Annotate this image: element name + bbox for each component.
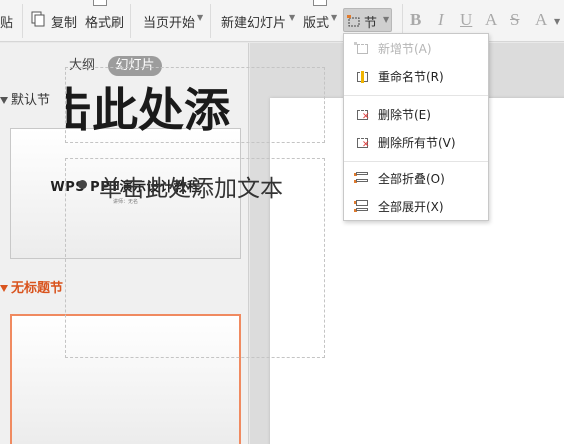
start-from-current-label: 当页开始 (143, 16, 196, 31)
toolbar-divider (22, 4, 23, 38)
menu-item-label: 删除节(E) (378, 108, 431, 122)
menu-divider (344, 95, 488, 96)
new-slide-button[interactable]: 新建幻灯片 ▼ (221, 0, 296, 42)
copy-icon (31, 11, 46, 31)
new-section-icon (354, 42, 370, 56)
layout-button[interactable]: 版式 ▼ (303, 0, 339, 42)
layout-icon (313, 0, 327, 6)
menu-item-collapse-all[interactable]: 全部折叠(O) (344, 166, 488, 192)
bold-icon[interactable]: B (410, 10, 421, 30)
toolbar-divider (210, 4, 211, 38)
menu-item-label: 新增节(A) (378, 42, 432, 56)
collapse-triangle-icon[interactable] (0, 97, 8, 104)
title-placeholder-text: 击此处添 (66, 83, 230, 137)
chevron-down-icon[interactable]: ▼ (554, 17, 560, 26)
format-painter-label: 格式刷 (85, 16, 125, 31)
format-painter-icon (93, 0, 107, 6)
title-placeholder[interactable]: 击此处添 (65, 67, 325, 143)
expand-all-icon (354, 200, 370, 214)
collapse-triangle-icon[interactable] (0, 285, 8, 292)
toolbar-divider (130, 4, 131, 38)
menu-item-delete-all-sections[interactable]: ✕ 删除所有节(V) (344, 130, 488, 156)
chevron-down-icon: ▼ (331, 13, 338, 22)
chevron-down-icon: ▼ (383, 15, 390, 24)
section-label: 节 (364, 16, 378, 31)
menu-divider (344, 161, 488, 162)
menu-item-delete-section[interactable]: ✕ 删除节(E) (344, 102, 488, 128)
new-slide-label: 新建幻灯片 (221, 16, 287, 31)
body-placeholder[interactable]: 单击此处添加文本 (65, 158, 325, 358)
collapse-all-icon (354, 172, 370, 186)
menu-item-label: 全部展开(X) (378, 200, 444, 214)
menu-item-label: 重命名节(R) (378, 70, 444, 84)
format-painter-button[interactable]: 格式刷 (85, 0, 125, 42)
start-from-current-button[interactable]: 当页开始 ▼ (143, 0, 203, 42)
section-icon (347, 13, 361, 32)
delete-all-sections-icon: ✕ (354, 136, 370, 150)
strikethrough-icon[interactable]: S (510, 10, 519, 30)
text-shadow-icon[interactable]: A (485, 10, 497, 30)
delete-section-icon: ✕ (354, 108, 370, 122)
section-button[interactable]: 节 ▼ (343, 8, 392, 32)
paste-label: 贴 (0, 16, 14, 31)
menu-item-label: 全部折叠(O) (378, 172, 445, 186)
paste-button[interactable]: 贴 (0, 0, 18, 42)
menu-item-label: 删除所有节(V) (378, 136, 456, 150)
font-color-icon[interactable]: A (535, 10, 547, 30)
section-name: 默认节 (11, 93, 51, 108)
body-placeholder-text: 单击此处添加文本 (99, 176, 283, 202)
chevron-down-icon: ▼ (289, 13, 296, 22)
layout-label: 版式 (303, 16, 330, 31)
rename-section-icon (354, 70, 370, 84)
underline-icon[interactable]: U (460, 10, 472, 30)
bullet-icon (78, 180, 87, 189)
copy-button[interactable]: 复制 (31, 0, 79, 42)
copy-label: 复制 (51, 16, 78, 31)
chevron-down-icon: ▼ (197, 13, 204, 22)
menu-item-expand-all[interactable]: 全部展开(X) (344, 194, 488, 220)
menu-item-rename-section[interactable]: 重命名节(R) (344, 64, 488, 90)
italic-icon[interactable]: I (438, 10, 444, 30)
section-dropdown-menu: 新增节(A) 重命名节(R) ✕ 删除节(E) ✕ 删除所有节(V) 全部折叠(… (343, 33, 489, 221)
menu-item-new-section[interactable]: 新增节(A) (344, 36, 488, 62)
section-name: 无标题节 (11, 281, 64, 296)
